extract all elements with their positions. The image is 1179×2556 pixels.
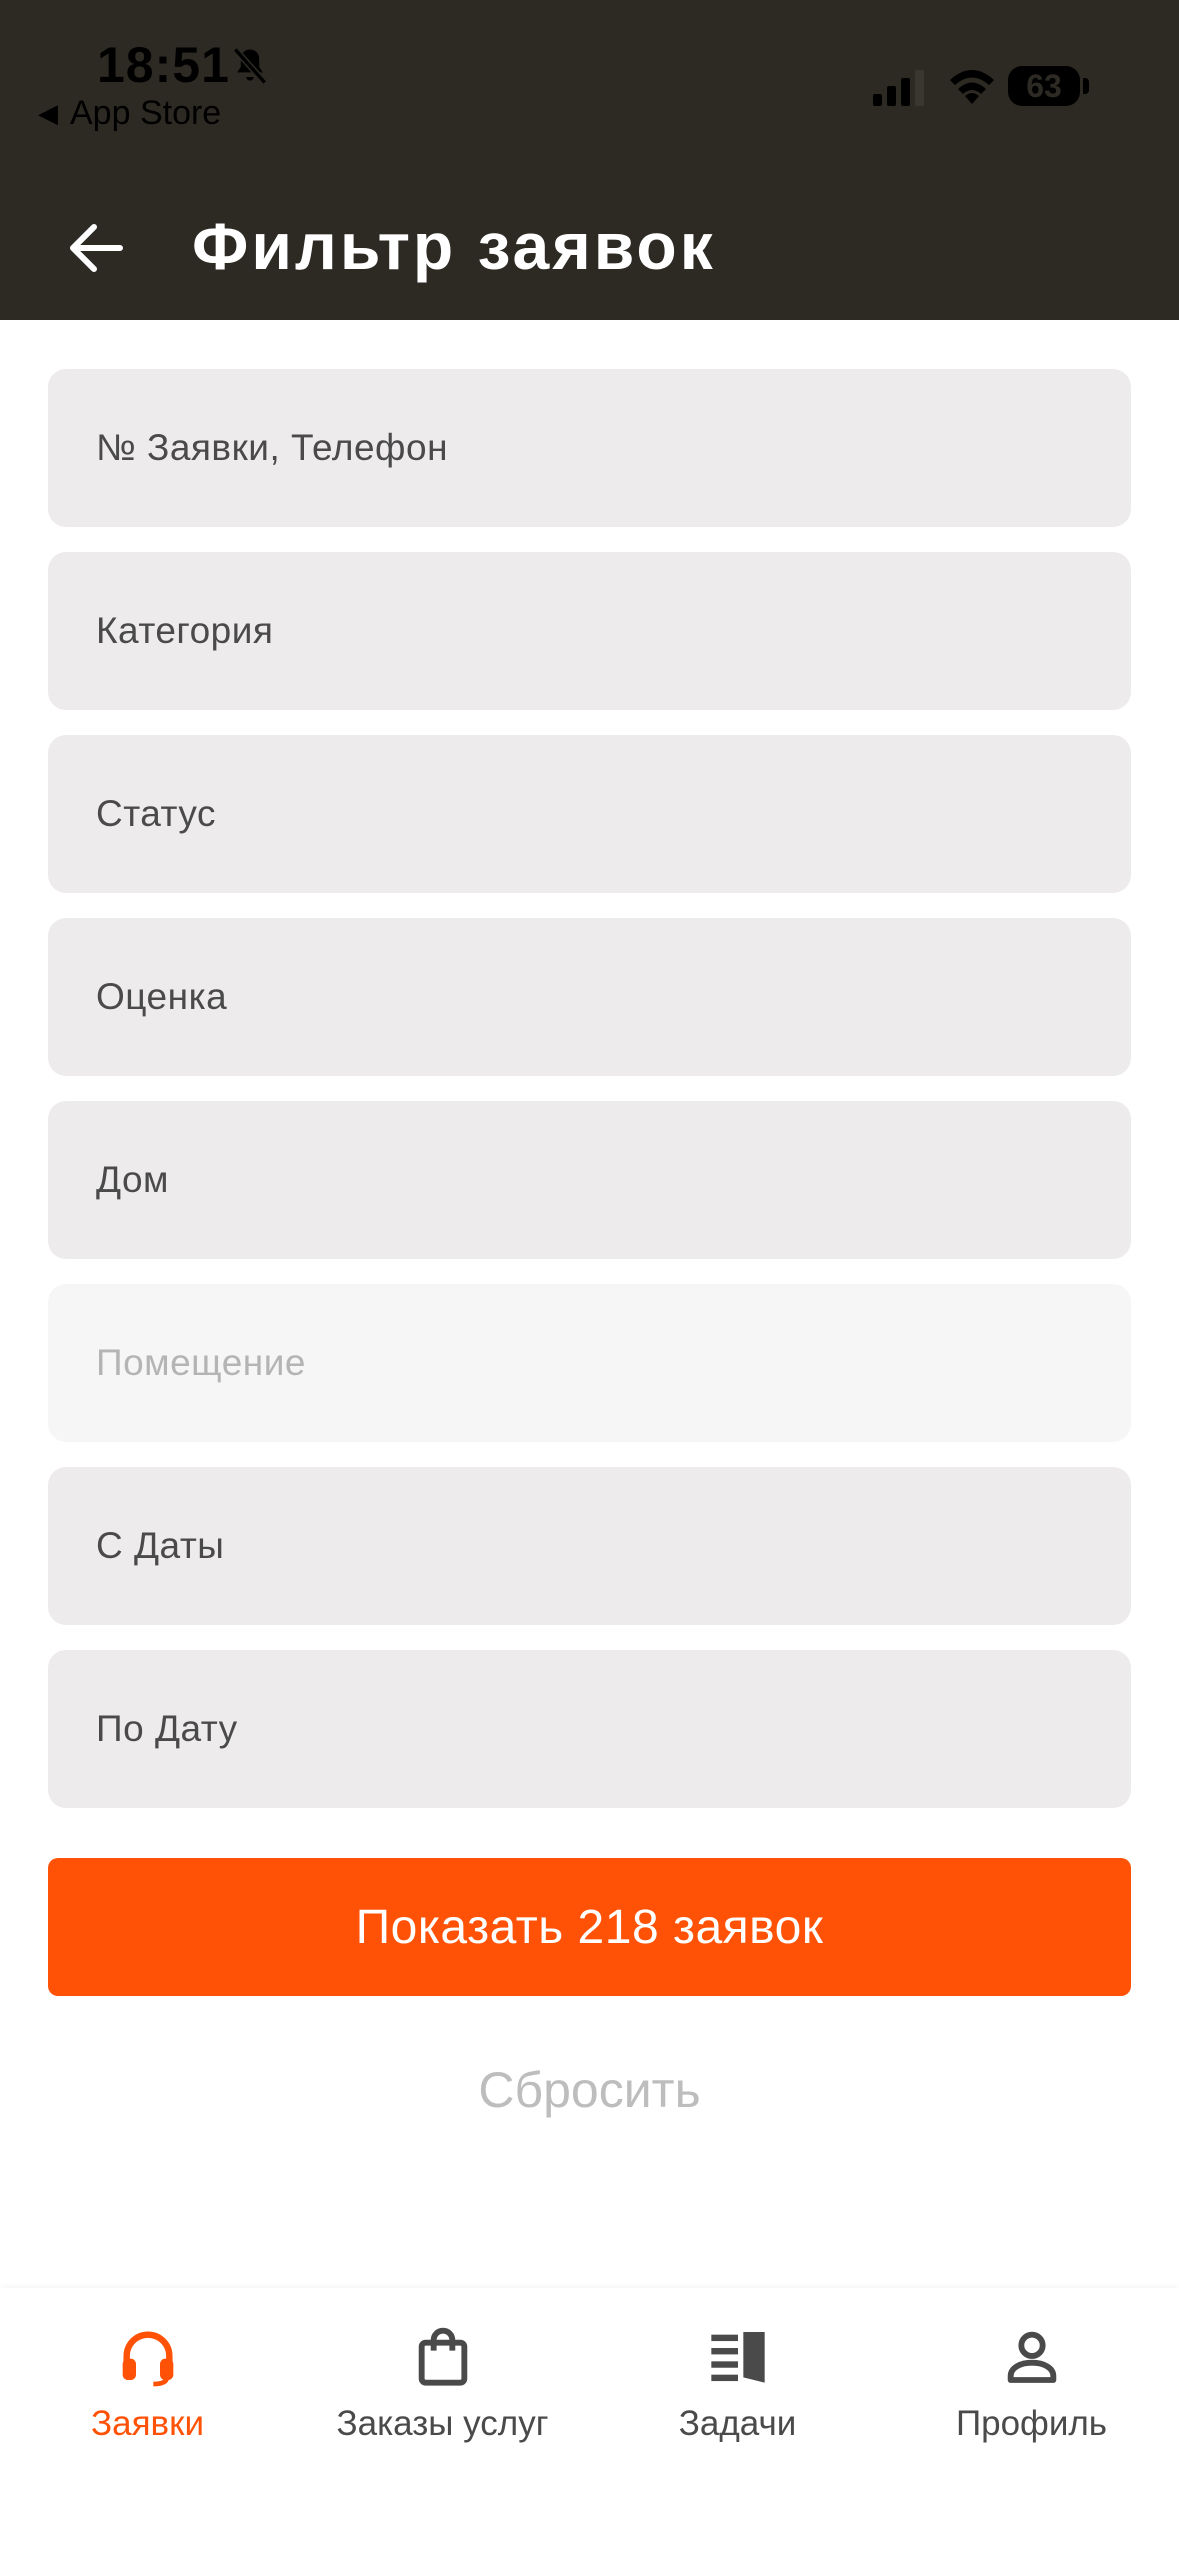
- tab-label: Задачи: [678, 2404, 797, 2443]
- back-app-label: App Store: [70, 94, 222, 132]
- tasks-icon: [710, 2332, 765, 2383]
- page-title: Фильтр заявок: [192, 209, 716, 283]
- cellular-signal-icon: [873, 70, 924, 106]
- tab-label: Профиль: [955, 2404, 1108, 2443]
- battery-cap: [1083, 78, 1089, 94]
- category-select[interactable]: Категория: [48, 552, 1131, 710]
- bottom-tab-bar: Заявки Заказы услуг Задачи Профиль: [0, 2288, 1179, 2556]
- wifi-icon: [950, 70, 994, 104]
- rating-select[interactable]: Оценка: [48, 918, 1131, 1076]
- back-triangle-icon: ◀: [38, 98, 58, 128]
- status-bar: 18:51 ◀ App Store 63: [0, 0, 1179, 140]
- tab-label: Заявки: [90, 2404, 204, 2443]
- date-to-field[interactable]: По Дату: [48, 1650, 1131, 1808]
- back-to-app-store[interactable]: ◀ App Store: [38, 94, 221, 133]
- tab-profile[interactable]: Профиль: [884, 2288, 1179, 2488]
- date-from-field[interactable]: С Даты: [48, 1467, 1131, 1625]
- filter-screen: 18:51 ◀ App Store 63 Фильтр заявок № Зая…: [0, 0, 1179, 2556]
- tab-service-orders[interactable]: Заказы услуг: [295, 2288, 590, 2488]
- show-results-button[interactable]: Показать 218 заявок: [48, 1858, 1131, 1996]
- header: 18:51 ◀ App Store 63 Фильтр заявок: [0, 0, 1179, 320]
- premises-select: Помещение: [48, 1284, 1131, 1442]
- battery-indicator: 63: [1008, 66, 1080, 106]
- order-number-phone-field[interactable]: № Заявки, Телефон: [48, 369, 1131, 527]
- status-time: 18:51: [97, 37, 230, 93]
- back-arrow-icon[interactable]: [68, 222, 124, 274]
- reset-button[interactable]: Сбросить: [0, 2055, 1179, 2125]
- shopping-bag-icon: [418, 2327, 467, 2386]
- house-select[interactable]: Дом: [48, 1101, 1131, 1259]
- headset-icon: [122, 2331, 173, 2387]
- status-select[interactable]: Статус: [48, 735, 1131, 893]
- tab-tasks[interactable]: Задачи: [590, 2288, 885, 2488]
- bell-muted-icon: [232, 47, 268, 85]
- tab-requests[interactable]: Заявки: [0, 2288, 295, 2488]
- tab-label: Заказы услуг: [336, 2404, 549, 2443]
- person-icon: [1007, 2331, 1056, 2383]
